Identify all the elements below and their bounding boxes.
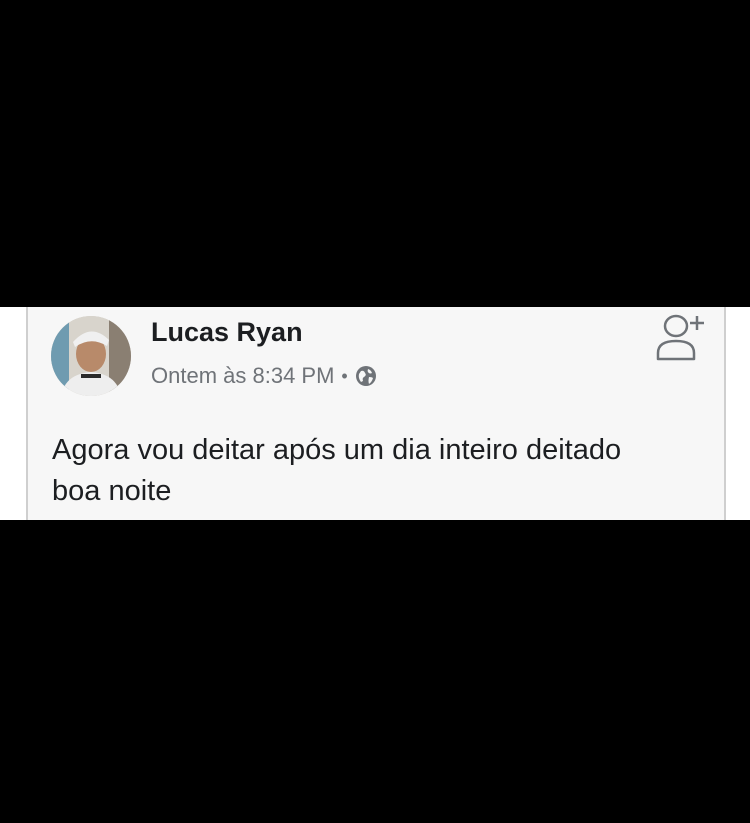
screenshot-frame: Lucas Ryan Ontem às 8:34 PM • Agora vou … (0, 0, 750, 823)
post-meta: Ontem às 8:34 PM • (151, 363, 377, 389)
globe-icon (355, 365, 377, 387)
avatar[interactable] (51, 316, 131, 396)
post-timestamp[interactable]: Ontem às 8:34 PM (151, 363, 334, 389)
meta-separator: • (341, 365, 348, 386)
post-text: Agora vou deitar após um dia inteiro dei… (52, 434, 622, 507)
add-friend-button[interactable] (650, 311, 708, 363)
post-card: Lucas Ryan Ontem às 8:34 PM • Agora vou … (0, 307, 750, 520)
card-right-edge (724, 307, 750, 520)
card-left-edge (0, 307, 28, 520)
author-name[interactable]: Lucas Ryan (151, 317, 303, 348)
add-friend-icon (656, 314, 704, 361)
avatar-photo (51, 316, 131, 396)
